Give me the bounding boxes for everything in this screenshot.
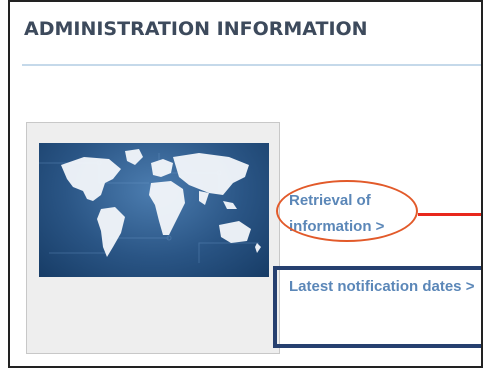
page-title: ADMINISTRATION INFORMATION [24,18,368,40]
highlight-oval [276,180,418,242]
pointer-arrow-line [418,213,481,216]
header-divider [22,64,481,66]
highlight-box [273,266,481,348]
world-map-image [39,143,269,277]
image-card [26,122,280,354]
content-panel: ADMINISTRATION INFORMATION Retrieval of … [8,0,483,368]
